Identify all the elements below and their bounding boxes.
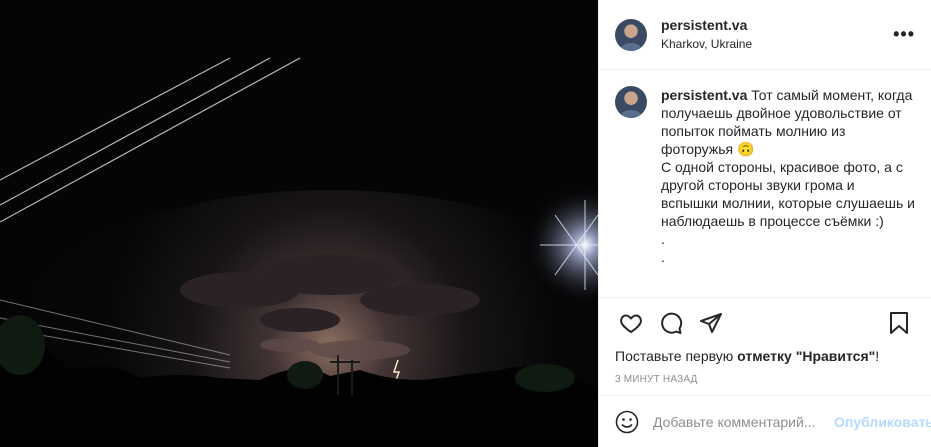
heart-icon[interactable] xyxy=(611,303,651,343)
post-header: persistent.va Kharkov, Ukraine ••• xyxy=(599,0,931,70)
author-username-link[interactable]: persistent.va xyxy=(661,17,747,33)
likes-suffix: ! xyxy=(875,348,880,364)
comment-box: Опубликовать xyxy=(599,395,931,447)
publish-comment-button[interactable]: Опубликовать xyxy=(834,414,931,430)
caption-body: Тот самый момент, когда получаешь двойно… xyxy=(661,87,915,265)
post-photo[interactable] xyxy=(0,0,598,447)
author-info: persistent.va Kharkov, Ukraine xyxy=(661,16,752,52)
likes-text: Поставьте первую отметку "Нравится"! xyxy=(599,348,931,370)
caption-block: persistent.va Тот самый момент, когда по… xyxy=(599,70,931,298)
action-bar xyxy=(599,298,931,348)
post-location-link[interactable]: Kharkov, Ukraine xyxy=(661,37,752,53)
comment-icon[interactable] xyxy=(651,303,691,343)
likes-link[interactable]: отметку "Нравится" xyxy=(737,348,875,364)
caption-username-link[interactable]: persistent.va xyxy=(661,87,747,103)
caption-text: persistent.va Тот самый момент, когда по… xyxy=(661,86,915,281)
caption-avatar[interactable] xyxy=(615,86,647,118)
lightning-photo-image xyxy=(0,0,598,447)
likes-prefix: Поставьте первую xyxy=(615,348,738,364)
more-options-icon[interactable]: ••• xyxy=(893,24,915,45)
post-side-panel: persistent.va Kharkov, Ukraine ••• persi… xyxy=(598,0,931,447)
smiley-icon[interactable] xyxy=(615,410,639,434)
author-avatar[interactable] xyxy=(615,18,647,51)
post-dialog: persistent.va Kharkov, Ukraine ••• persi… xyxy=(0,0,931,447)
comment-input[interactable] xyxy=(653,413,834,430)
bookmark-icon[interactable] xyxy=(879,303,919,343)
paper-plane-icon[interactable] xyxy=(691,303,731,343)
